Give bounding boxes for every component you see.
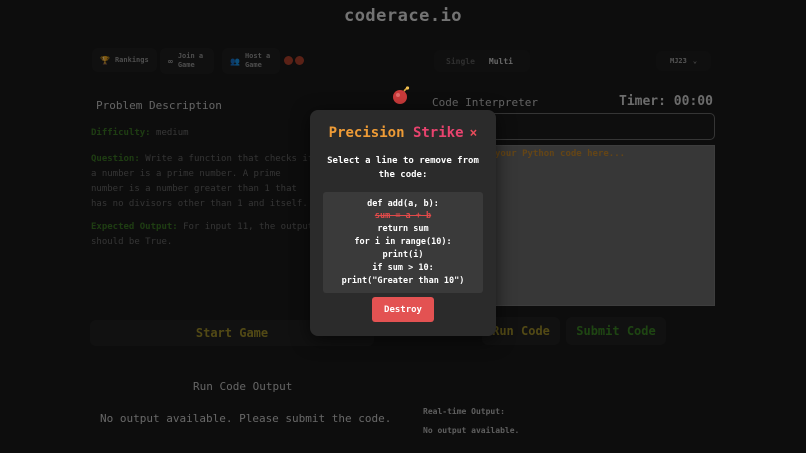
bomb-icon (393, 86, 410, 104)
close-icon[interactable]: × (470, 126, 478, 141)
modal-title: Precision Strike × (310, 125, 496, 141)
modal-title-part2: Strike (412, 125, 464, 141)
code-line[interactable]: print("Greater than 10") (323, 276, 483, 286)
destroy-button[interactable]: Destroy (372, 297, 434, 322)
code-line-list: def add(a, b): sum = a + b return sum fo… (323, 192, 483, 293)
code-line[interactable]: def add(a, b): (323, 199, 483, 209)
precision-strike-modal: Precision Strike × Select a line to remov… (310, 110, 496, 336)
code-line[interactable]: print(i) (323, 250, 483, 260)
code-line-selected[interactable]: sum = a + b (323, 211, 483, 221)
code-line[interactable]: if sum > 10: (323, 263, 483, 273)
modal-instruction: Select a line to remove from the code: (327, 156, 479, 180)
code-line[interactable]: for i in range(10): (323, 237, 483, 247)
modal-title-part1: Precision (328, 125, 405, 141)
code-line[interactable]: return sum (323, 224, 483, 234)
